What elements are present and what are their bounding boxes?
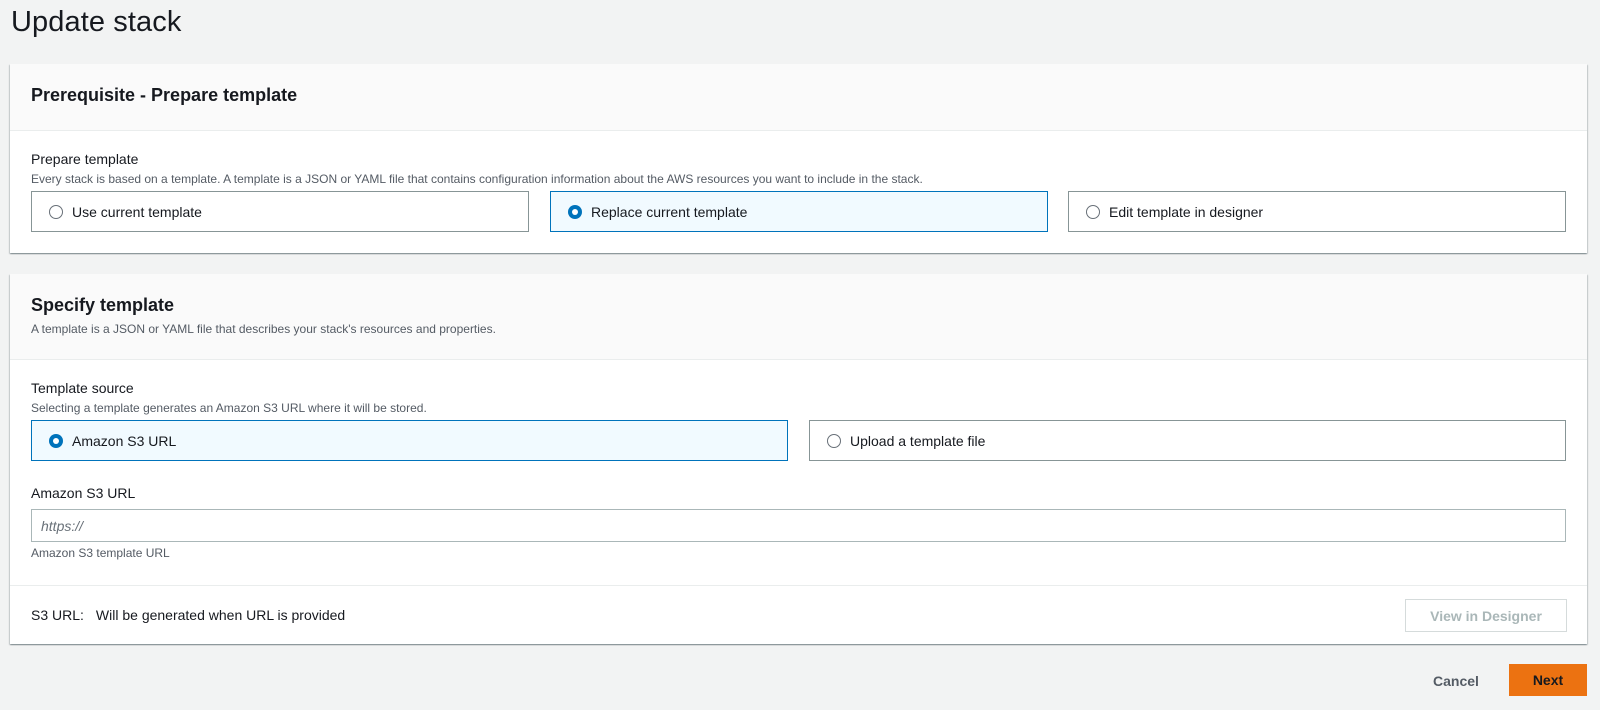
- specify-template-panel: Specify template A template is a JSON or…: [10, 274, 1587, 644]
- radio-replace-current-template[interactable]: [568, 204, 582, 219]
- template-source-description: Selecting a template generates an Amazon…: [31, 401, 427, 415]
- option-amazon-s3-url-label: Amazon S3 URL: [72, 432, 177, 449]
- prepare-template-field: Prepare template Every stack is based on…: [31, 151, 923, 186]
- cancel-button[interactable]: Cancel: [1416, 664, 1496, 697]
- prepare-template-description: Every stack is based on a template. A te…: [31, 172, 923, 186]
- option-edit-template-in-designer-label: Edit template in designer: [1109, 203, 1264, 220]
- radio-use-current-template[interactable]: [49, 204, 63, 219]
- radio-amazon-s3-url[interactable]: [49, 433, 63, 448]
- s3-url-value: Will be generated when URL is provided: [95, 607, 346, 623]
- option-edit-template-in-designer[interactable]: Edit template in designer: [1068, 191, 1566, 232]
- option-use-current-template[interactable]: Use current template: [31, 191, 529, 232]
- template-source-label: Template source: [31, 380, 134, 396]
- amazon-s3-url-hint: Amazon S3 template URL: [31, 546, 170, 560]
- option-use-current-template-label: Use current template: [72, 203, 202, 220]
- radio-upload-template-file[interactable]: [827, 433, 841, 448]
- prerequisite-panel: Prerequisite - Prepare template Prepare …: [10, 64, 1587, 253]
- option-amazon-s3-url[interactable]: Amazon S3 URL: [31, 420, 788, 461]
- option-replace-current-template-label: Replace current template: [591, 203, 748, 220]
- specify-template-panel-description: A template is a JSON or YAML file that d…: [31, 322, 496, 336]
- specify-template-panel-title: Specify template: [31, 295, 175, 315]
- option-upload-template-file[interactable]: Upload a template file: [809, 420, 1566, 461]
- specify-template-panel-header: Specify template A template is a JSON or…: [10, 274, 1587, 360]
- next-button[interactable]: Next: [1509, 664, 1587, 696]
- option-upload-template-file-label: Upload a template file: [850, 432, 986, 449]
- radio-edit-template-in-designer[interactable]: [1086, 204, 1100, 219]
- option-replace-current-template[interactable]: Replace current template: [550, 191, 1048, 232]
- template-source-field: Template source Selecting a template gen…: [31, 380, 427, 415]
- prepare-template-label: Prepare template: [31, 151, 139, 167]
- amazon-s3-url-label: Amazon S3 URL: [31, 485, 136, 501]
- s3-url-key: S3 URL:: [31, 607, 84, 623]
- page-title: Update stack: [11, 6, 182, 38]
- specify-template-panel-footer: S3 URL: Will be generated when URL is pr…: [10, 585, 1587, 644]
- view-in-designer-button[interactable]: View in Designer: [1405, 599, 1567, 632]
- prerequisite-panel-header: Prerequisite - Prepare template: [10, 64, 1587, 131]
- amazon-s3-url-input[interactable]: [31, 509, 1566, 542]
- prerequisite-panel-title: Prerequisite - Prepare template: [31, 85, 298, 105]
